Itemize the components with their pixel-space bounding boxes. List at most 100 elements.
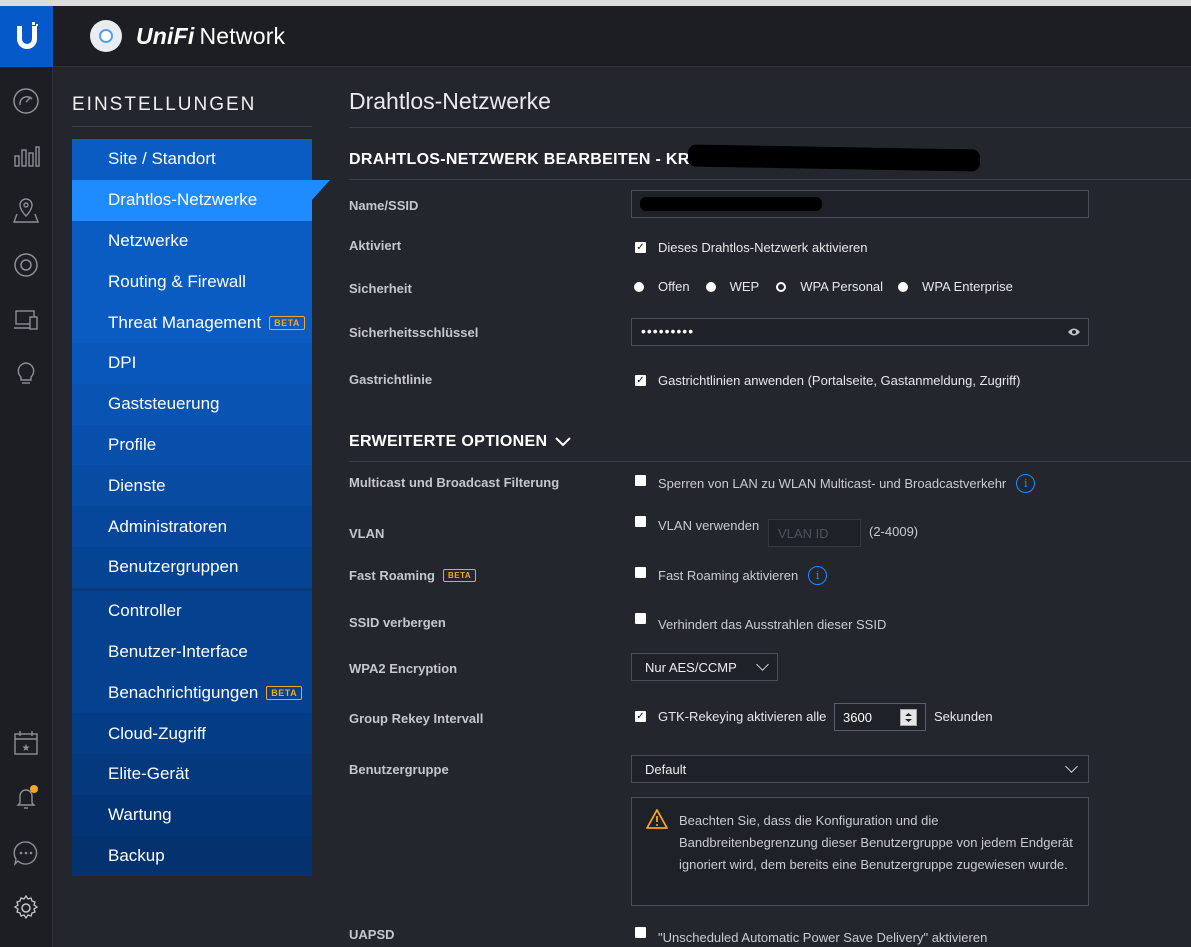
menu-item-threat-management[interactable]: Threat Management BETA <box>72 302 312 343</box>
vlan-range-hint: (2-4009) <box>869 524 919 539</box>
beta-badge: BETA <box>266 685 303 700</box>
ssid-hide-label: SSID verbergen <box>349 615 446 630</box>
menu-item-networks[interactable]: Netzwerke <box>72 221 312 262</box>
dashboard-icon[interactable] <box>8 83 44 119</box>
divider <box>349 127 1191 128</box>
chevron-down-icon <box>555 437 572 447</box>
icon-sidebar: ★ <box>0 67 53 947</box>
page-title: Drahtlos-Netzwerke <box>349 88 551 114</box>
map-icon[interactable] <box>8 192 44 228</box>
info-icon[interactable]: i <box>808 566 828 585</box>
multicast-label: Multicast und Broadcast Filterung <box>349 475 560 490</box>
uapsd-label: UAPSD <box>349 927 395 942</box>
enable-network-checkbox[interactable]: Dieses Drahtlos-Netzwerk aktivieren <box>635 240 868 255</box>
menu-item-dpi[interactable]: DPI <box>72 342 312 384</box>
menu-item-maintenance[interactable]: Wartung <box>72 794 312 836</box>
vlan-label: VLAN <box>349 526 385 541</box>
wpa2-encryption-select[interactable]: Nur AES/CCMP <box>631 653 778 681</box>
security-radio-group: Offen WEP WPA Personal WPA Enterprise <box>634 279 1013 294</box>
user-group-label: Benutzergruppe <box>349 762 449 777</box>
settings-menu: Site / Standort Drahtlos-Netzwerke Netzw… <box>72 139 330 877</box>
clients-icon[interactable] <box>8 302 44 338</box>
insights-icon[interactable] <box>8 356 44 392</box>
advanced-options-toggle[interactable]: ERWEITERTE OPTIONEN <box>349 433 572 451</box>
wpa2-encryption-label: WPA2 Encryption <box>349 661 458 676</box>
warning-text: Beachten Sie, dass die Konfiguration und… <box>679 813 1073 872</box>
radio-wpa-enterprise[interactable] <box>898 281 909 292</box>
fast-roaming-label: Fast Roaming BETA <box>349 568 477 583</box>
vlan-id-input[interactable]: VLAN ID <box>768 519 861 547</box>
guest-policy-checkbox[interactable]: Gastrichtlinien anwenden (Portalseite, G… <box>635 373 1021 388</box>
edit-network-heading: DRAHTLOS-NETZWERK BEARBEITEN - KR <box>349 151 690 168</box>
redaction-mark <box>687 144 981 172</box>
eye-icon[interactable] <box>1067 327 1081 337</box>
guest-policy-label: Gastrichtlinie <box>349 372 433 387</box>
checkbox-box <box>635 711 646 722</box>
menu-item-notifications[interactable]: Benachrichtigungen BETA <box>72 672 312 713</box>
user-group-select[interactable]: Default <box>631 755 1089 783</box>
menu-item-wireless-networks[interactable]: Drahtlos-Netzwerke <box>72 179 330 221</box>
vlan-checkbox[interactable]: VLAN verwenden <box>635 516 759 533</box>
uapsd-checkbox[interactable]: "Unscheduled Automatic Power Save Delive… <box>635 927 987 945</box>
fast-roaming-checkbox[interactable]: Fast Roaming aktivieren i <box>635 566 828 585</box>
multicast-filter-checkbox[interactable]: Sperren von LAN zu WLAN Multicast- und B… <box>635 474 1036 493</box>
menu-item-elite-device[interactable]: Elite-Gerät <box>72 753 312 795</box>
ubiquiti-u-icon <box>16 21 38 49</box>
checkbox-box <box>635 516 646 527</box>
radio-open[interactable] <box>634 281 644 292</box>
menu-item-services[interactable]: Dienste <box>72 465 312 507</box>
chevron-down-icon <box>1065 760 1078 773</box>
unifi-device-icon <box>90 20 122 52</box>
checkbox-box <box>635 613 646 624</box>
menu-item-routing-firewall[interactable]: Routing & Firewall <box>72 261 312 302</box>
app-title: UniFi Network <box>136 22 286 49</box>
chevron-down-icon <box>756 658 769 671</box>
radio-wpa-personal[interactable] <box>776 281 787 292</box>
security-label: Sicherheit <box>349 281 412 296</box>
divider <box>72 126 312 127</box>
checkbox-box <box>635 242 646 253</box>
statistics-icon[interactable] <box>8 138 44 174</box>
number-spinner[interactable] <box>900 709 917 726</box>
redaction-mark <box>640 197 822 211</box>
rekey-unit: Sekunden <box>934 709 993 724</box>
user-group-warning: Beachten Sie, dass die Konfiguration und… <box>631 797 1089 906</box>
beta-badge: BETA <box>442 569 477 582</box>
menu-item-controller[interactable]: Controller <box>72 591 312 632</box>
menu-item-admins[interactable]: Administratoren <box>72 506 312 547</box>
masked-key: ••••••••• <box>641 323 695 339</box>
menu-item-guest-control[interactable]: Gaststeuerung <box>72 383 312 425</box>
devices-icon[interactable] <box>8 247 44 283</box>
divider <box>349 461 1191 462</box>
divider <box>349 179 1191 180</box>
settings-icon[interactable] <box>8 890 44 926</box>
events-icon[interactable]: ★ <box>8 725 44 761</box>
chat-icon[interactable] <box>8 835 44 871</box>
beta-badge: BETA <box>269 315 305 330</box>
checkbox-box <box>635 567 646 578</box>
app-brand: UniFi Network <box>90 20 285 52</box>
gtk-rekey-checkbox[interactable]: GTK-Rekeying aktivieren alle <box>635 709 826 724</box>
menu-item-user-groups[interactable]: Benutzergruppen <box>72 546 312 588</box>
info-icon[interactable]: i <box>1016 474 1036 493</box>
rekey-interval-input[interactable]: 3600 <box>834 703 926 731</box>
menu-item-site[interactable]: Site / Standort <box>72 139 312 180</box>
alerts-icon[interactable] <box>8 779 44 815</box>
svg-text:★: ★ <box>22 743 31 754</box>
ssid-hide-checkbox[interactable]: Verhindert das Ausstrahlen dieser SSID <box>635 613 886 632</box>
warning-icon <box>646 809 668 829</box>
settings-title: EINSTELLUNGEN <box>72 94 257 115</box>
security-key-label: Sicherheitsschlüssel <box>349 325 479 340</box>
menu-item-backup[interactable]: Backup <box>72 835 312 877</box>
checkbox-box <box>635 475 646 486</box>
checkbox-box <box>635 375 646 386</box>
ssid-label: Name/SSID <box>349 198 419 213</box>
security-key-input[interactable]: ••••••••• <box>631 318 1089 346</box>
menu-item-profiles[interactable]: Profile <box>72 424 312 466</box>
menu-item-cloud-access[interactable]: Cloud-Zugriff <box>72 713 312 754</box>
ubiquiti-logo[interactable] <box>0 6 53 67</box>
checkbox-box <box>635 927 646 938</box>
menu-item-user-interface[interactable]: Benutzer-Interface <box>72 632 312 673</box>
group-rekey-label: Group Rekey Intervall <box>349 711 484 726</box>
radio-wep[interactable] <box>705 281 716 292</box>
